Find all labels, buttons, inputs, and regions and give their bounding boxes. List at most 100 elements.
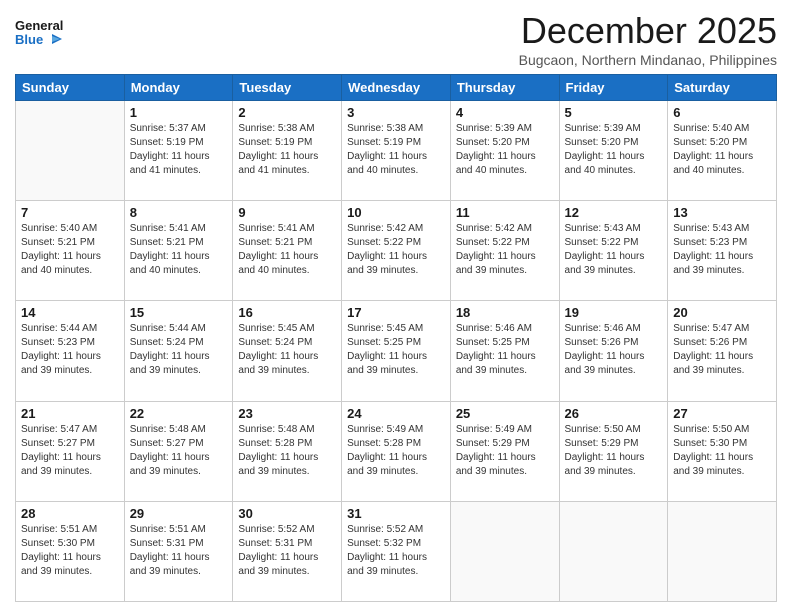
calendar-week-2: 7 Sunrise: 5:40 AMSunset: 5:21 PMDaylight… (16, 201, 777, 301)
calendar-cell (16, 101, 125, 201)
calendar-cell: 26 Sunrise: 5:50 AMSunset: 5:29 PMDayligh… (559, 401, 668, 501)
calendar-cell: 11 Sunrise: 5:42 AMSunset: 5:22 PMDayligh… (450, 201, 559, 301)
day-info: Sunrise: 5:51 AMSunset: 5:30 PMDaylight:… (21, 523, 119, 579)
day-number: 12 (565, 205, 663, 220)
calendar-cell: 7 Sunrise: 5:40 AMSunset: 5:21 PMDaylight… (16, 201, 125, 301)
day-info: Sunrise: 5:43 AMSunset: 5:23 PMDaylight:… (673, 222, 771, 278)
day-number: 25 (456, 406, 554, 421)
day-info: Sunrise: 5:44 AMSunset: 5:23 PMDaylight:… (21, 322, 119, 378)
calendar-cell: 9Sunrise: 5:41 AMSunset: 5:21 PMDaylight… (233, 201, 342, 301)
day-info: Sunrise: 5:39 AMSunset: 5:20 PMDaylight:… (565, 122, 663, 178)
calendar-cell: 20 Sunrise: 5:47 AMSunset: 5:26 PMDayligh… (668, 301, 777, 401)
calendar-cell: 23 Sunrise: 5:48 AMSunset: 5:28 PMDayligh… (233, 401, 342, 501)
day-info: Sunrise: 5:42 AMSunset: 5:22 PMDaylight:… (456, 222, 554, 278)
day-info: Sunrise: 5:46 AMSunset: 5:25 PMDaylight:… (456, 322, 554, 378)
calendar-cell: 16 Sunrise: 5:45 AMSunset: 5:24 PMDayligh… (233, 301, 342, 401)
weekday-header-monday: Monday (124, 75, 233, 101)
day-info: Sunrise: 5:38 AMSunset: 5:19 PMDaylight:… (238, 122, 336, 178)
calendar-cell: 6 Sunrise: 5:40 AMSunset: 5:20 PMDaylight… (668, 101, 777, 201)
calendar-cell: 28 Sunrise: 5:51 AMSunset: 5:30 PMDayligh… (16, 501, 125, 601)
calendar-week-3: 14Sunrise: 5:44 AMSunset: 5:23 PMDayligh… (16, 301, 777, 401)
day-info: Sunrise: 5:46 AMSunset: 5:26 PMDaylight:… (565, 322, 663, 378)
weekday-header-thursday: Thursday (450, 75, 559, 101)
day-number: 22 (130, 406, 228, 421)
day-info: Sunrise: 5:44 AMSunset: 5:24 PMDaylight:… (130, 322, 228, 378)
day-number: 11 (456, 205, 554, 220)
day-number: 23 (238, 406, 336, 421)
main-title: December 2025 (519, 10, 777, 52)
day-number: 20 (673, 305, 771, 320)
day-info: Sunrise: 5:49 AMSunset: 5:29 PMDaylight:… (456, 423, 554, 479)
day-number: 31 (347, 506, 445, 521)
logo: General Blue (15, 10, 67, 52)
page: General Blue December 2025 Bugcaon, Nort… (0, 0, 792, 612)
day-info: Sunrise: 5:49 AMSunset: 5:28 PMDaylight:… (347, 423, 445, 479)
day-info: Sunrise: 5:48 AMSunset: 5:28 PMDaylight:… (238, 423, 336, 479)
day-number: 16 (238, 305, 336, 320)
day-number: 10 (347, 205, 445, 220)
header: General Blue December 2025 Bugcaon, Nort… (15, 10, 777, 68)
day-info: Sunrise: 5:47 AMSunset: 5:27 PMDaylight:… (21, 423, 119, 479)
weekday-header-sunday: Sunday (16, 75, 125, 101)
calendar-cell: 29Sunrise: 5:51 AMSunset: 5:31 PMDayligh… (124, 501, 233, 601)
calendar-cell (668, 501, 777, 601)
svg-text:Blue: Blue (15, 32, 43, 47)
day-number: 15 (130, 305, 228, 320)
day-info: Sunrise: 5:40 AMSunset: 5:21 PMDaylight:… (21, 222, 119, 278)
calendar-week-4: 21 Sunrise: 5:47 AMSunset: 5:27 PMDayligh… (16, 401, 777, 501)
calendar-cell: 17Sunrise: 5:45 AMSunset: 5:25 PMDayligh… (342, 301, 451, 401)
day-number: 29 (130, 506, 228, 521)
day-info: Sunrise: 5:40 AMSunset: 5:20 PMDaylight:… (673, 122, 771, 178)
day-number: 27 (673, 406, 771, 421)
calendar-cell: 1Sunrise: 5:37 AMSunset: 5:19 PMDaylight… (124, 101, 233, 201)
day-info: Sunrise: 5:42 AMSunset: 5:22 PMDaylight:… (347, 222, 445, 278)
weekday-header-wednesday: Wednesday (342, 75, 451, 101)
calendar-cell: 25 Sunrise: 5:49 AMSunset: 5:29 PMDayligh… (450, 401, 559, 501)
day-info: Sunrise: 5:41 AMSunset: 5:21 PMDaylight:… (130, 222, 228, 278)
day-info: Sunrise: 5:48 AMSunset: 5:27 PMDaylight:… (130, 423, 228, 479)
day-number: 26 (565, 406, 663, 421)
svg-text:General: General (15, 18, 63, 33)
calendar-cell: 15 Sunrise: 5:44 AMSunset: 5:24 PMDayligh… (124, 301, 233, 401)
day-number: 4 (456, 105, 554, 120)
day-number: 24 (347, 406, 445, 421)
day-info: Sunrise: 5:47 AMSunset: 5:26 PMDaylight:… (673, 322, 771, 378)
calendar-cell: 24 Sunrise: 5:49 AMSunset: 5:28 PMDayligh… (342, 401, 451, 501)
day-info: Sunrise: 5:39 AMSunset: 5:20 PMDaylight:… (456, 122, 554, 178)
weekday-header-saturday: Saturday (668, 75, 777, 101)
calendar-cell: 4 Sunrise: 5:39 AMSunset: 5:20 PMDaylight… (450, 101, 559, 201)
day-info: Sunrise: 5:45 AMSunset: 5:25 PMDaylight:… (347, 322, 445, 378)
logo-icon: General Blue (15, 14, 67, 52)
day-number: 21 (21, 406, 119, 421)
day-number: 6 (673, 105, 771, 120)
day-number: 9 (238, 205, 336, 220)
calendar-cell: 27 Sunrise: 5:50 AMSunset: 5:30 PMDayligh… (668, 401, 777, 501)
day-info: Sunrise: 5:43 AMSunset: 5:22 PMDaylight:… (565, 222, 663, 278)
day-info: Sunrise: 5:50 AMSunset: 5:30 PMDaylight:… (673, 423, 771, 479)
day-info: Sunrise: 5:52 AMSunset: 5:32 PMDaylight:… (347, 523, 445, 579)
day-number: 19 (565, 305, 663, 320)
day-number: 2 (238, 105, 336, 120)
day-info: Sunrise: 5:38 AMSunset: 5:19 PMDaylight:… (347, 122, 445, 178)
day-info: Sunrise: 5:52 AMSunset: 5:31 PMDaylight:… (238, 523, 336, 579)
subtitle: Bugcaon, Northern Mindanao, Philippines (519, 52, 777, 68)
calendar-cell: 5Sunrise: 5:39 AMSunset: 5:20 PMDaylight… (559, 101, 668, 201)
calendar-cell: 31 Sunrise: 5:52 AMSunset: 5:32 PMDayligh… (342, 501, 451, 601)
weekday-header-tuesday: Tuesday (233, 75, 342, 101)
calendar-cell: 14Sunrise: 5:44 AMSunset: 5:23 PMDayligh… (16, 301, 125, 401)
day-number: 18 (456, 305, 554, 320)
calendar-cell: 30 Sunrise: 5:52 AMSunset: 5:31 PMDayligh… (233, 501, 342, 601)
calendar-cell: 12 Sunrise: 5:43 AMSunset: 5:22 PMDayligh… (559, 201, 668, 301)
day-number: 28 (21, 506, 119, 521)
weekday-header-friday: Friday (559, 75, 668, 101)
calendar-cell: 21 Sunrise: 5:47 AMSunset: 5:27 PMDayligh… (16, 401, 125, 501)
calendar-cell: 13Sunrise: 5:43 AMSunset: 5:23 PMDayligh… (668, 201, 777, 301)
calendar-week-5: 28 Sunrise: 5:51 AMSunset: 5:30 PMDayligh… (16, 501, 777, 601)
day-number: 7 (21, 205, 119, 220)
calendar-week-1: 1Sunrise: 5:37 AMSunset: 5:19 PMDaylight… (16, 101, 777, 201)
day-number: 30 (238, 506, 336, 521)
calendar-cell: 18 Sunrise: 5:46 AMSunset: 5:25 PMDayligh… (450, 301, 559, 401)
day-info: Sunrise: 5:45 AMSunset: 5:24 PMDaylight:… (238, 322, 336, 378)
calendar-cell: 22 Sunrise: 5:48 AMSunset: 5:27 PMDayligh… (124, 401, 233, 501)
day-info: Sunrise: 5:50 AMSunset: 5:29 PMDaylight:… (565, 423, 663, 479)
